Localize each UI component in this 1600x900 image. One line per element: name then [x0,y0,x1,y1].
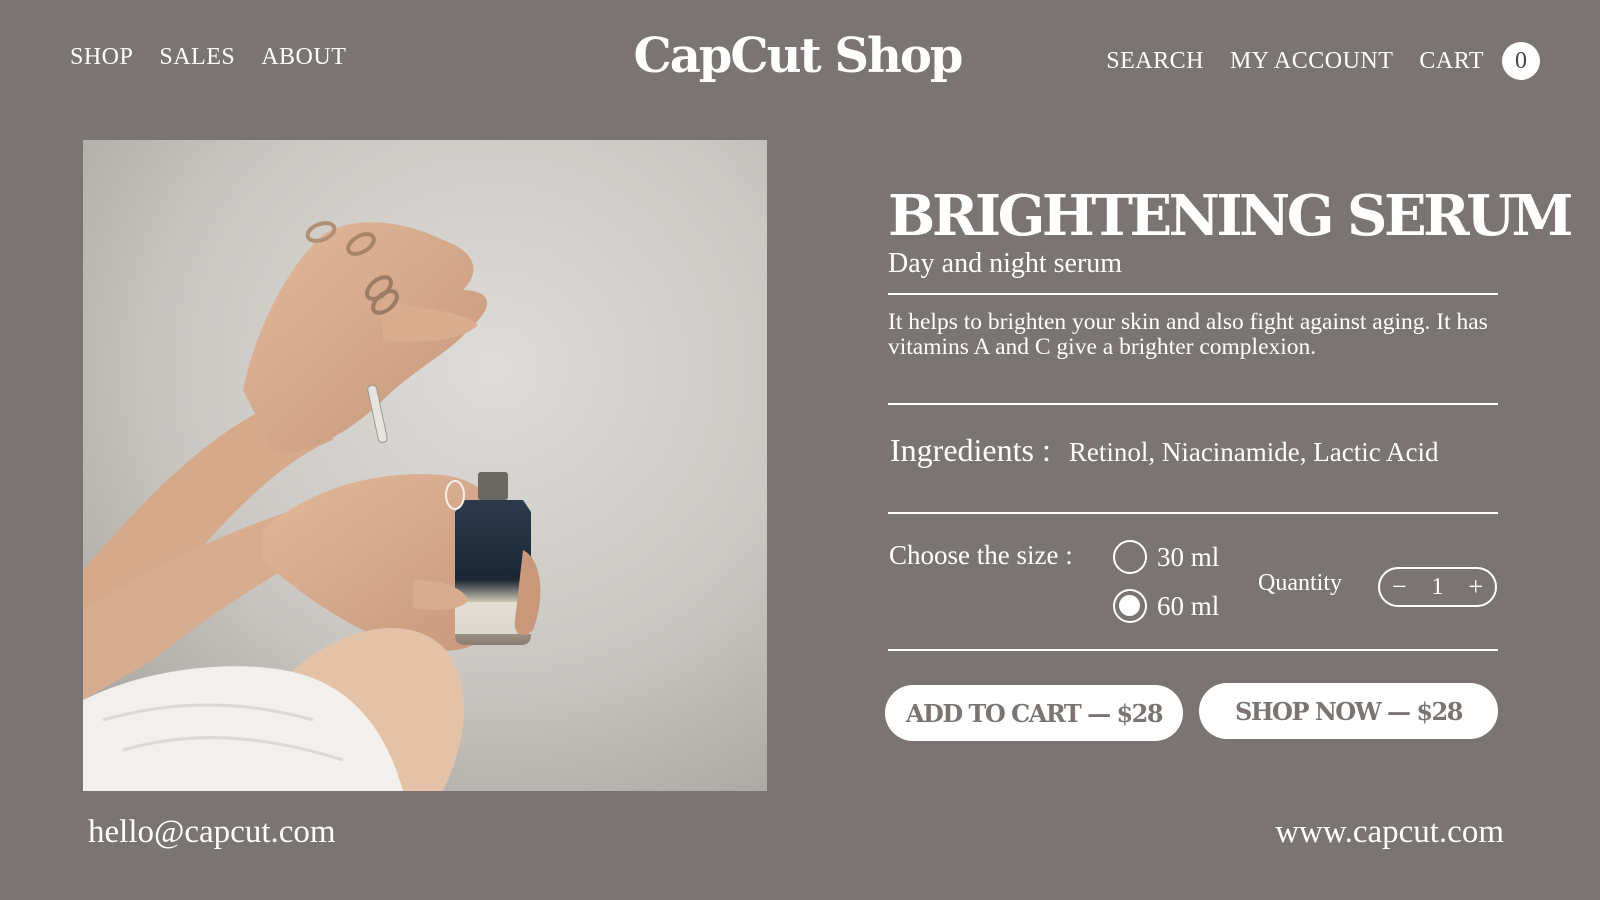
product-photo [83,140,767,791]
shop-now-button[interactable]: SHOP NOW — $28 [1199,683,1498,739]
quantity-value: 1 [1431,573,1444,600]
serum-dropper-photo-icon [83,140,767,791]
divider [888,403,1498,405]
add-to-cart-button[interactable]: ADD TO CART — $28 [885,685,1183,741]
quantity-label: Quantity [1258,570,1342,596]
product-description: It helps to brighten your skin and also … [888,309,1488,360]
product-title: BRIGHTENING SERUM [888,183,1574,249]
product-page: SHOP SALES ABOUT CapCut Shop SEARCH MY A… [0,0,1600,900]
divider [888,512,1498,514]
size-60ml-radio[interactable] [1113,589,1147,623]
quantity-stepper[interactable]: − 1 + [1378,567,1497,607]
size-option-30ml[interactable]: 30 ml [1113,540,1219,574]
ingredients-label: Ingredients : [890,432,1051,468]
size-30ml-radio[interactable] [1113,540,1147,574]
contact-email[interactable]: hello@capcut.com [88,814,336,851]
search-link[interactable]: SEARCH [1106,48,1204,75]
size-60ml-label: 60 ml [1157,590,1220,621]
my-account-link[interactable]: MY ACCOUNT [1230,48,1393,75]
website-link[interactable]: www.capcut.com [1275,814,1504,851]
product-subtitle: Day and night serum [888,248,1123,279]
product-details: BRIGHTENING SERUM Day and night serum [888,183,1574,280]
divider [888,293,1498,295]
size-label: Choose the size : [889,540,1073,570]
ingredients-value: Retinol, Niacinamide, Lactic Acid [1068,437,1439,467]
cart-count-badge[interactable]: 0 [1502,42,1540,80]
size-30ml-label: 30 ml [1157,541,1220,572]
divider [888,649,1498,651]
decrement-button[interactable]: − [1392,574,1407,600]
utility-nav: SEARCH MY ACCOUNT CART 0 [1106,42,1540,80]
ingredients-row: Ingredients : Retinol, Niacinamide, Lact… [890,432,1438,469]
cart-link[interactable]: CART [1419,48,1484,75]
size-option-60ml[interactable]: 60 ml [1113,589,1219,623]
increment-button[interactable]: + [1468,574,1483,600]
